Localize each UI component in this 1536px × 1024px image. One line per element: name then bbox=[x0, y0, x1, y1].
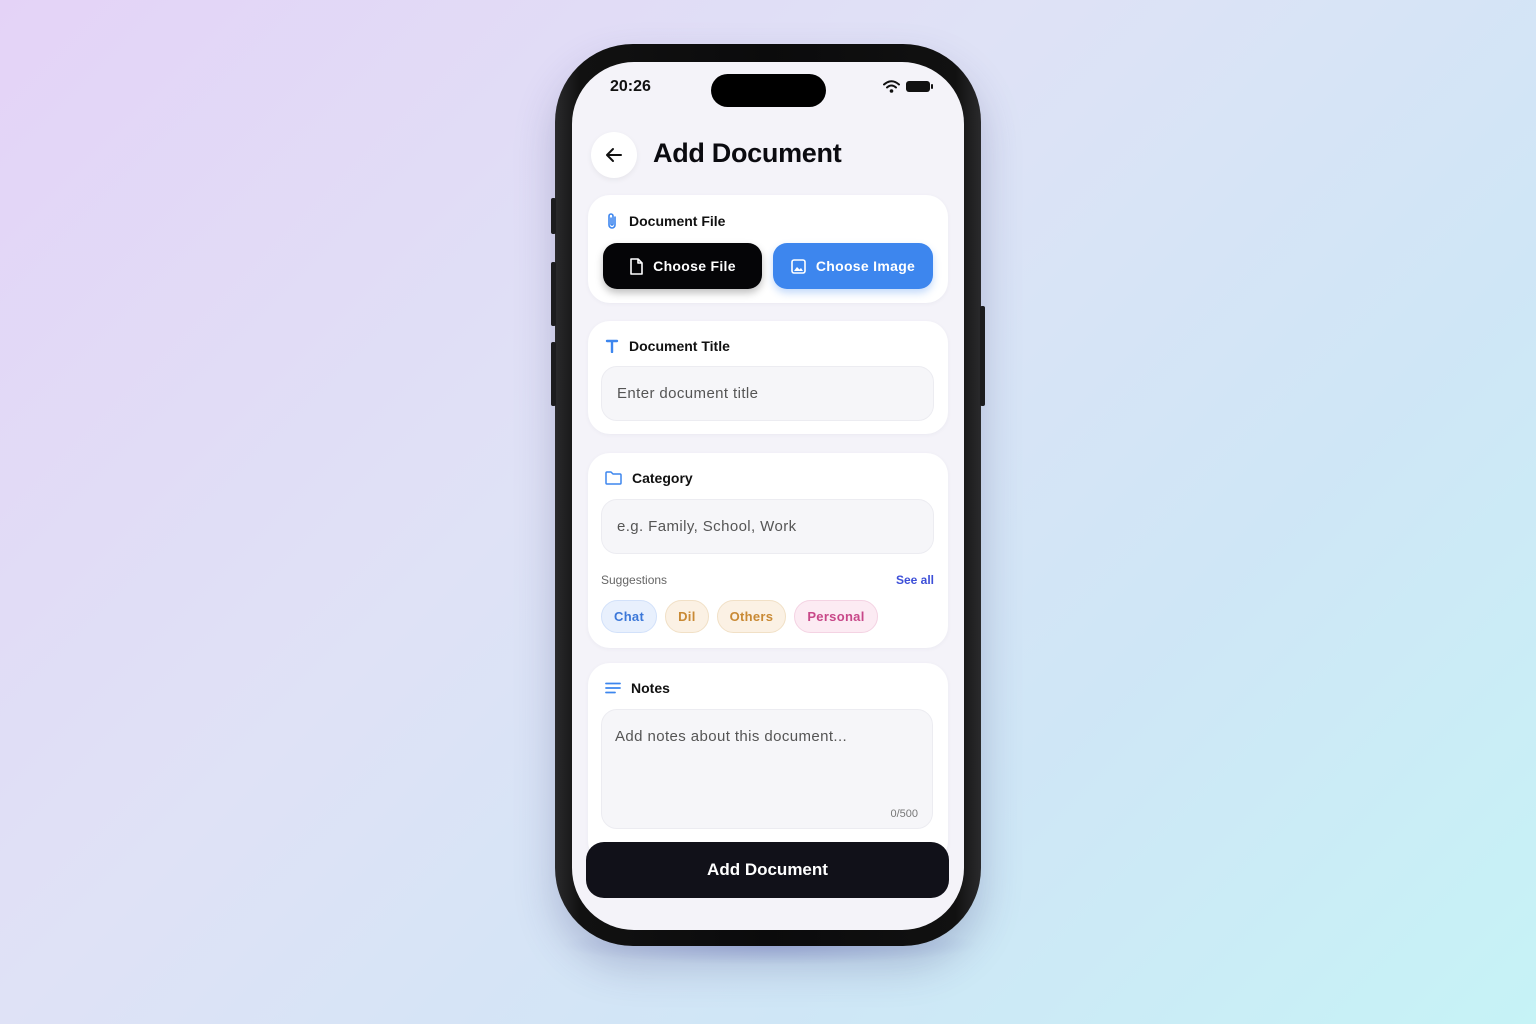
document-file-header: Document File bbox=[605, 212, 725, 230]
status-icons bbox=[883, 80, 933, 93]
document-file-label: Document File bbox=[629, 213, 726, 229]
chip-personal[interactable]: Personal bbox=[794, 600, 878, 633]
notes-textarea[interactable]: Add notes about this document... 0/500 bbox=[601, 709, 933, 829]
chip-others[interactable]: Others bbox=[716, 600, 787, 633]
page-title: Add Document bbox=[653, 138, 842, 168]
status-time: 20:26 bbox=[610, 78, 651, 95]
battery-icon bbox=[906, 81, 933, 92]
choose-image-label: Choose Image bbox=[815, 258, 916, 274]
document-title-card: Document Title bbox=[588, 321, 948, 434]
chip-chat[interactable]: Chat bbox=[601, 600, 658, 633]
document-title-label: Document Title bbox=[629, 338, 730, 354]
action-button bbox=[551, 198, 556, 234]
back-button[interactable] bbox=[591, 132, 637, 178]
phone-screen: 20:26 Add Document Document File Choose … bbox=[572, 62, 964, 930]
paperclip-icon bbox=[605, 212, 619, 230]
notes-label: Notes bbox=[631, 680, 670, 696]
wifi-icon bbox=[883, 80, 900, 93]
power-button bbox=[980, 306, 985, 406]
category-input[interactable] bbox=[601, 499, 934, 554]
volume-down-button bbox=[551, 342, 556, 406]
category-label: Category bbox=[632, 470, 693, 486]
dynamic-island bbox=[711, 74, 826, 107]
document-title-header: Document Title bbox=[605, 338, 730, 354]
notes-card: Notes Add notes about this document... 0… bbox=[588, 663, 948, 863]
add-document-button[interactable]: Add Document bbox=[586, 842, 949, 898]
text-icon bbox=[605, 339, 619, 353]
document-title-input[interactable] bbox=[601, 366, 934, 421]
document-file-card: Document File Choose File Choose Image bbox=[588, 195, 948, 303]
chip-dil[interactable]: Dil bbox=[665, 600, 709, 633]
category-header: Category bbox=[605, 470, 693, 486]
notes-placeholder: Add notes about this document... bbox=[615, 728, 848, 745]
choose-image-button[interactable]: Choose Image bbox=[773, 243, 933, 289]
notes-header: Notes bbox=[605, 680, 670, 696]
folder-icon bbox=[605, 471, 622, 485]
image-icon bbox=[791, 258, 806, 274]
volume-up-button bbox=[551, 262, 556, 326]
suggestions-label: Suggestions bbox=[601, 573, 668, 587]
lines-icon bbox=[605, 682, 621, 694]
choose-file-label: Choose File bbox=[653, 258, 736, 274]
category-card: Category Suggestions See all Chat Dil Ot… bbox=[588, 453, 948, 648]
file-icon bbox=[629, 257, 643, 275]
choose-file-button[interactable]: Choose File bbox=[603, 243, 762, 289]
see-all-link[interactable]: See all bbox=[896, 573, 934, 587]
suggestion-chips: Chat Dil Others Personal bbox=[601, 600, 878, 633]
arrow-left-icon bbox=[604, 145, 624, 165]
notes-character-counter: 0/500 bbox=[890, 808, 918, 820]
